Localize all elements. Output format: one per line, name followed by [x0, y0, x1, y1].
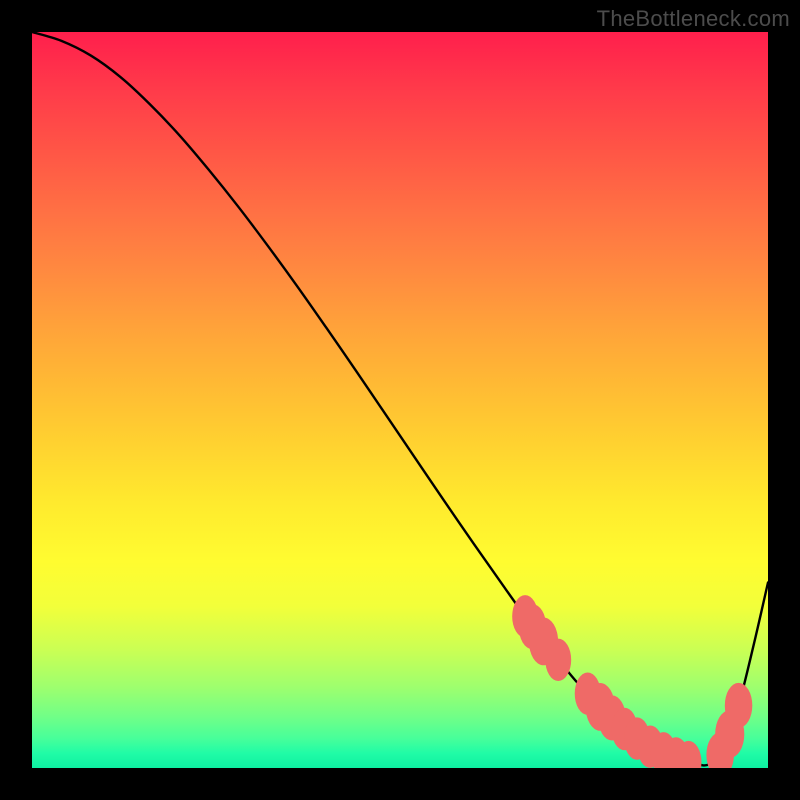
- highlight-markers: [512, 595, 752, 768]
- chart-container: TheBottleneck.com: [0, 0, 800, 800]
- bottleneck-curve-line: [32, 32, 768, 765]
- attribution-text: TheBottleneck.com: [597, 6, 790, 32]
- plot-area: [32, 32, 768, 768]
- highlight-dot: [725, 683, 753, 728]
- curve-layer: [32, 32, 768, 768]
- highlight-dot: [545, 639, 571, 681]
